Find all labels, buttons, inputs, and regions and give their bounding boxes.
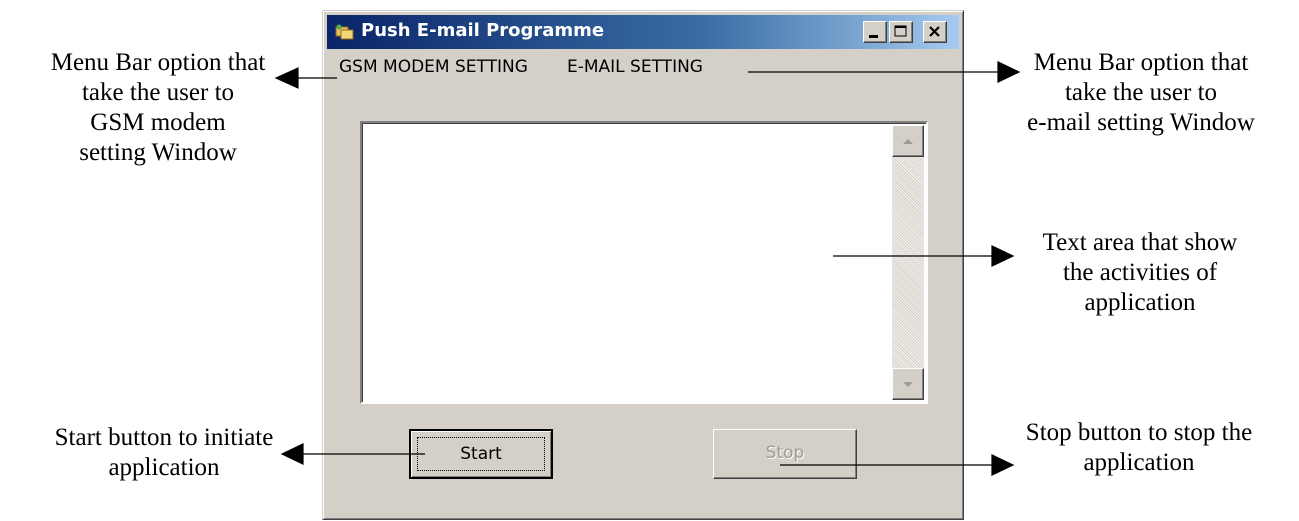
arrowhead-text-area bbox=[991, 245, 1015, 267]
arrowhead-start-button bbox=[280, 443, 304, 465]
callout-arrows bbox=[274, 61, 1021, 476]
arrowhead-gsm-menu bbox=[274, 67, 299, 89]
arrowhead-email-menu bbox=[997, 61, 1021, 83]
arrowhead-stop-button bbox=[991, 454, 1015, 476]
